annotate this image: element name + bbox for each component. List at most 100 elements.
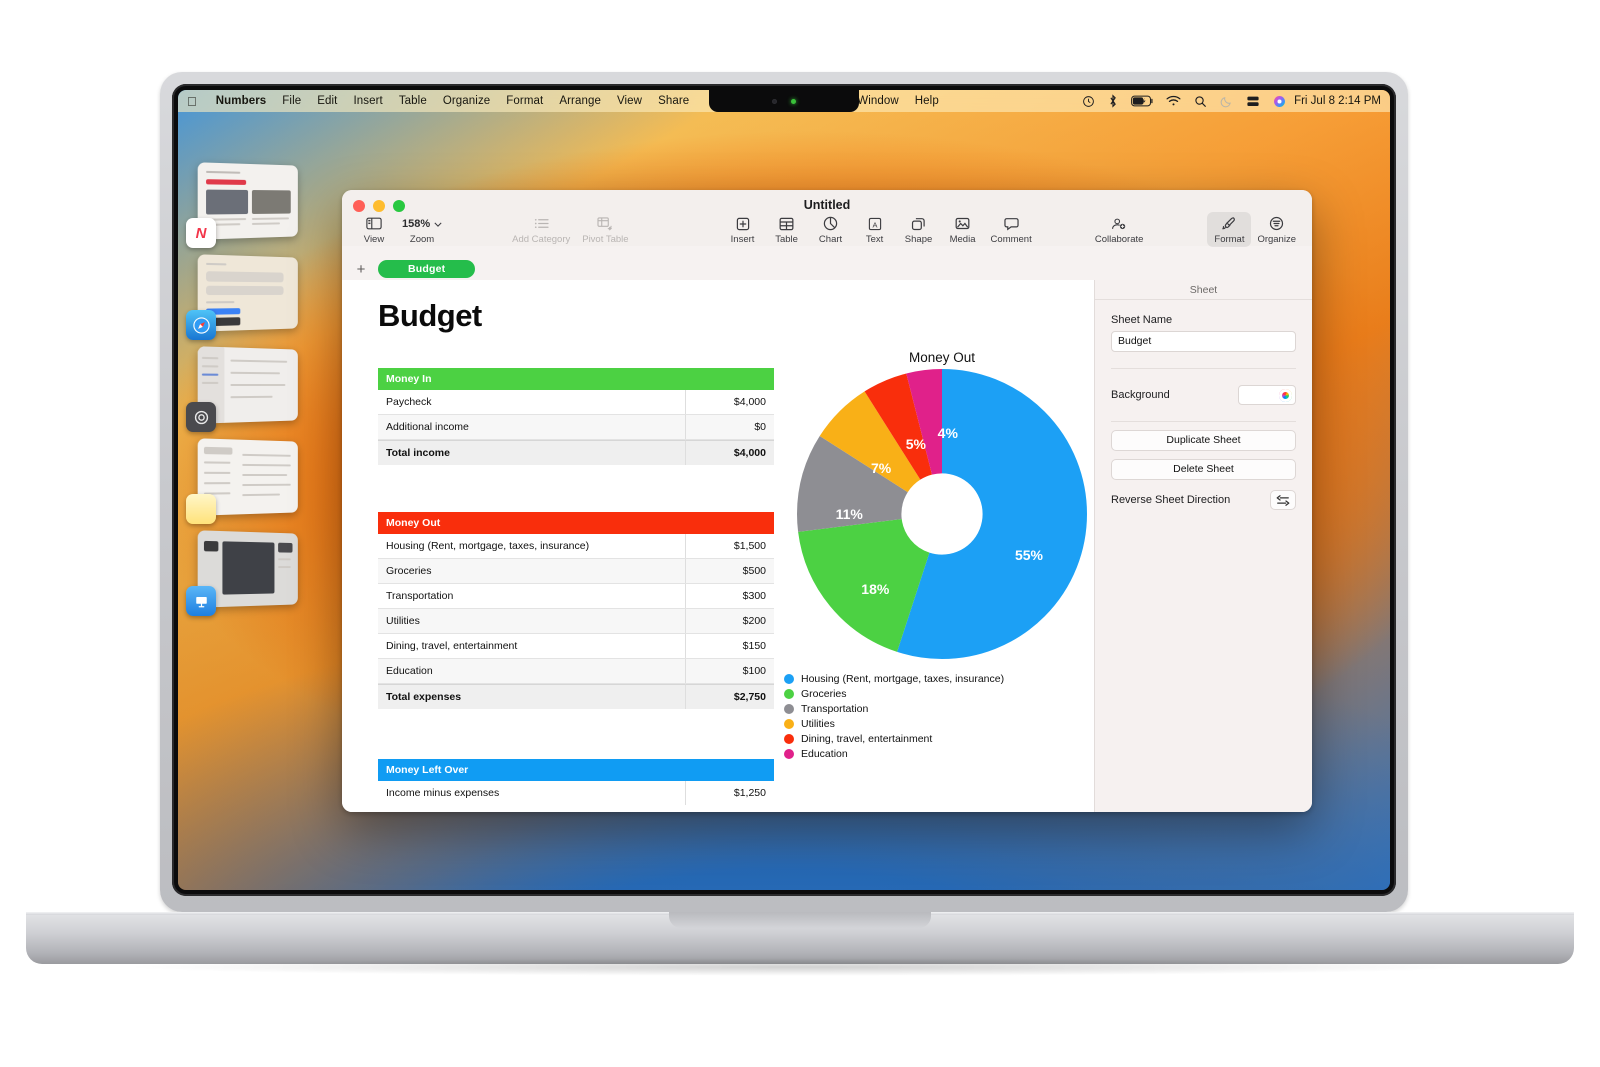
battery-charging-icon[interactable] — [1131, 95, 1153, 107]
stage-card-system-settings[interactable] — [184, 346, 302, 432]
table-row-total[interactable]: Total income $4,000 — [378, 440, 774, 465]
table-button[interactable]: Table — [765, 212, 809, 247]
menu-item-edit[interactable]: Edit — [309, 95, 345, 107]
chart-money-out[interactable]: Money Out 55% 18% 11% 7% 5% 4% Housing (… — [762, 350, 1094, 763]
donut-chart[interactable]: 55% 18% 11% 7% 5% 4% — [797, 369, 1087, 659]
table-row[interactable]: Transportation $300 — [378, 584, 774, 609]
cell-label: Income minus expenses — [378, 781, 686, 805]
menu-item-organize[interactable]: Organize — [435, 95, 498, 107]
stage-card-notes[interactable] — [184, 438, 302, 524]
window-title: Untitled — [803, 198, 851, 212]
media-label: Media — [949, 234, 976, 245]
legend-label: Transportation — [801, 703, 869, 715]
collaborate-button[interactable]: Collaborate — [1089, 212, 1150, 247]
comment-button[interactable]: Comment — [985, 212, 1038, 247]
shape-button[interactable]: Shape — [897, 212, 941, 247]
arrow-left-icon[interactable] — [1270, 490, 1296, 510]
cell-label: Transportation — [378, 584, 686, 608]
zoom-control[interactable]: 158% Zoom — [396, 212, 448, 247]
legend-item-education[interactable]: Education — [784, 748, 1094, 760]
cell-value: $100 — [686, 659, 774, 683]
add-category-button: Add Category — [506, 212, 576, 247]
table-row[interactable]: Dining, travel, entertainment $150 — [378, 634, 774, 659]
color-wheel-icon[interactable] — [1279, 388, 1292, 402]
notes-icon — [186, 494, 216, 524]
background-color-well[interactable] — [1238, 385, 1296, 405]
menu-item-table[interactable]: Table — [391, 95, 435, 107]
comment-label: Comment — [990, 234, 1032, 245]
cell-label: Additional income — [378, 415, 686, 439]
bluetooth-icon[interactable] — [1108, 94, 1118, 108]
legend-item-utilities[interactable]: Utilities — [784, 718, 1094, 730]
add-sheet-button[interactable]: + — [352, 262, 370, 277]
table-row[interactable]: Income minus expenses $1,250 — [378, 781, 774, 805]
table-money-in[interactable]: Money In Paycheck $4,000 Additional inco… — [378, 368, 774, 465]
page-title: Budget — [378, 298, 482, 333]
text-button[interactable]: A Text — [853, 212, 897, 247]
zoom-value-group: 158% — [402, 215, 442, 232]
legend-item-housing[interactable]: Housing (Rent, mortgage, taxes, insuranc… — [784, 673, 1094, 685]
table-row[interactable]: Paycheck $4,000 — [378, 390, 774, 415]
cell-value: $150 — [686, 634, 774, 658]
table-row[interactable]: Education $100 — [378, 659, 774, 684]
cell-label: Utilities — [378, 609, 686, 633]
table-money-out[interactable]: Money Out Housing (Rent, mortgage, taxes… — [378, 512, 774, 709]
sheet-name-input[interactable]: Budget — [1111, 331, 1296, 352]
legend-item-transportation[interactable]: Transportation — [784, 703, 1094, 715]
time-machine-icon[interactable] — [1082, 95, 1095, 108]
list-icon — [534, 215, 549, 232]
legend-color-swatch — [784, 689, 794, 699]
menubar-clock[interactable]: Fri Jul 8 2:14 PM — [1290, 95, 1381, 107]
cell-label: Dining, travel, entertainment — [378, 634, 686, 658]
stage-manager-strip: N — [184, 162, 302, 624]
apple-menu-icon[interactable]:  — [187, 95, 197, 108]
search-icon[interactable] — [1194, 95, 1207, 108]
menu-item-numbers[interactable]: Numbers — [208, 95, 275, 107]
delete-sheet-button[interactable]: Delete Sheet — [1111, 459, 1296, 480]
menu-item-file[interactable]: File — [274, 95, 309, 107]
table-row[interactable]: Groceries $500 — [378, 559, 774, 584]
spreadsheet-canvas[interactable]: Budget Money In Paycheck $4,000 Addition… — [342, 280, 1094, 812]
duplicate-sheet-button[interactable]: Duplicate Sheet — [1111, 430, 1296, 451]
collaborate-icon — [1111, 215, 1127, 232]
table-row[interactable]: Utilities $200 — [378, 609, 774, 634]
stage-card-keynote[interactable] — [184, 530, 302, 616]
legend-item-groceries[interactable]: Groceries — [784, 688, 1094, 700]
menu-item-share[interactable]: Share — [650, 95, 697, 107]
media-button[interactable]: Media — [941, 212, 985, 247]
menu-item-help[interactable]: Help — [907, 95, 947, 107]
table-row[interactable]: Housing (Rent, mortgage, taxes, insuranc… — [378, 534, 774, 559]
legend-label: Utilities — [801, 718, 835, 730]
zoom-label: Zoom — [409, 234, 435, 245]
sheet-tab-budget[interactable]: Budget — [378, 260, 476, 278]
table-row[interactable]: Additional income $0 — [378, 415, 774, 440]
table-money-left-over[interactable]: Money Left Over Income minus expenses $1… — [378, 759, 774, 805]
stage-card-news[interactable]: N — [184, 162, 302, 248]
menu-item-arrange[interactable]: Arrange — [551, 95, 609, 107]
format-button[interactable]: Format — [1207, 212, 1252, 247]
chart-button[interactable]: Chart — [809, 212, 853, 247]
paintbrush-icon — [1221, 215, 1237, 232]
organize-label: Organize — [1257, 234, 1296, 245]
wifi-icon[interactable] — [1166, 95, 1181, 107]
insert-label: Insert — [730, 234, 755, 245]
legend-color-swatch — [784, 719, 794, 729]
insert-icon — [736, 215, 750, 232]
stage-card-safari[interactable] — [184, 254, 302, 340]
do-not-disturb-icon[interactable] — [1220, 95, 1233, 108]
comment-icon — [1004, 215, 1019, 232]
table-row-total[interactable]: Total expenses $2,750 — [378, 684, 774, 709]
menu-item-format[interactable]: Format — [498, 95, 551, 107]
legend-item-dining[interactable]: Dining, travel, entertainment — [784, 733, 1094, 745]
insert-button[interactable]: Insert — [721, 212, 765, 247]
control-center-icon[interactable] — [1273, 95, 1286, 108]
view-button[interactable]: View — [352, 212, 396, 247]
menu-item-insert[interactable]: Insert — [345, 95, 390, 107]
inspector-title: Sheet — [1095, 280, 1312, 300]
menu-item-view[interactable]: View — [609, 95, 650, 107]
organize-button[interactable]: Organize — [1251, 212, 1302, 247]
chevron-down-icon — [434, 218, 442, 230]
svg-text:A: A — [872, 220, 877, 229]
inspector-body: Sheet Name Budget Background Duplicate S… — [1095, 300, 1312, 510]
screen-mirroring-icon[interactable] — [1246, 95, 1260, 108]
